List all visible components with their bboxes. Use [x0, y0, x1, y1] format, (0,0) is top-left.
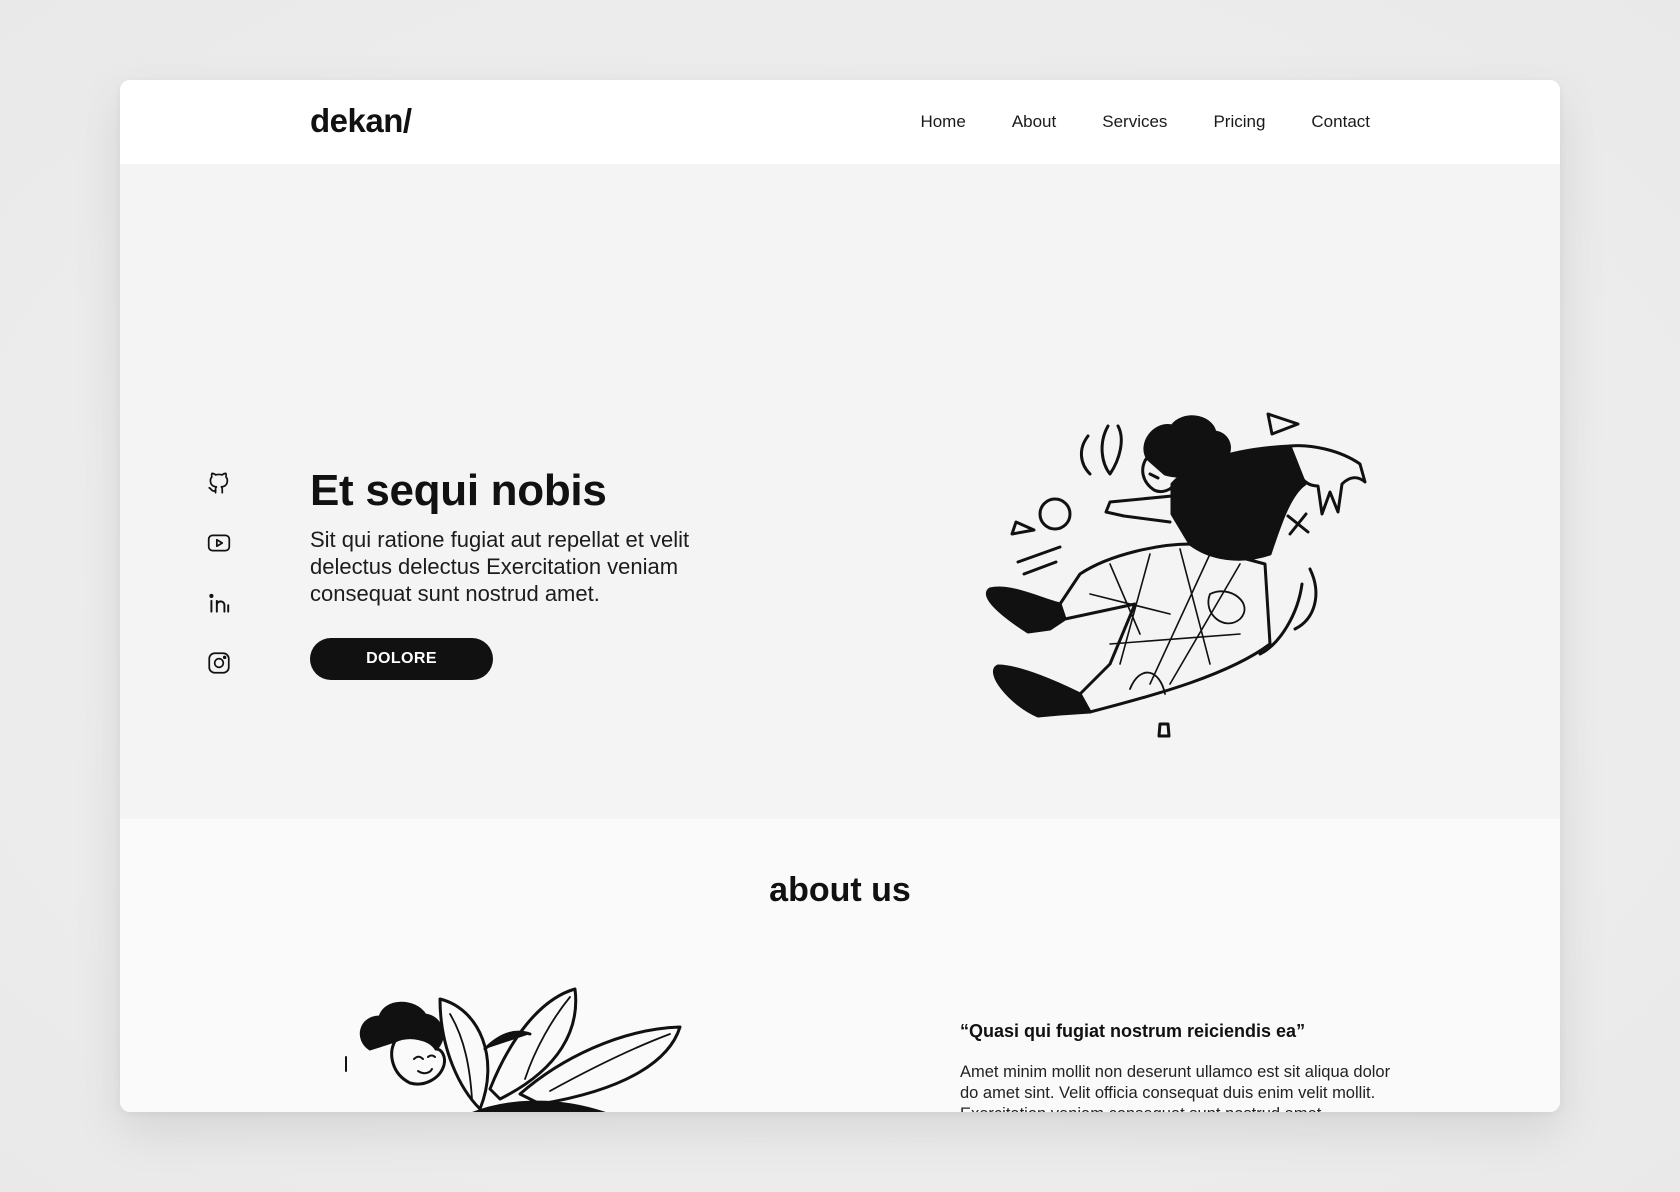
hero-section: Et sequi nobis Sit qui ratione fugiat au… — [120, 164, 1560, 819]
social-links — [206, 470, 234, 710]
about-section: about us “Quasi qui fugiat nostrum reici… — [120, 819, 1560, 1112]
hero-description: Sit qui ratione fugiat aut repellat et v… — [310, 527, 690, 606]
linkedin-icon[interactable] — [206, 590, 232, 616]
nav-contact-link[interactable]: Contact — [1311, 112, 1370, 132]
instagram-icon[interactable] — [206, 650, 232, 676]
falling-person-illustration — [910, 404, 1370, 744]
dolore-button[interactable]: DOLORE — [310, 638, 493, 680]
youtube-icon[interactable] — [206, 530, 232, 556]
github-icon[interactable] — [206, 470, 232, 496]
nav-pricing-link[interactable]: Pricing — [1213, 112, 1265, 132]
about-title: about us — [769, 871, 911, 909]
person-with-plant-illustration — [329, 979, 720, 1112]
about-description: Amet minim mollit non deserunt ullamco e… — [960, 1063, 1391, 1112]
nav-services-link[interactable]: Services — [1102, 112, 1167, 132]
nav-home-link[interactable]: Home — [920, 112, 965, 132]
main-nav: Home About Services Pricing Contact — [874, 80, 1370, 164]
logo[interactable]: dekan/ — [310, 102, 412, 140]
nav-about-link[interactable]: About — [1012, 112, 1056, 132]
about-quote: “Quasi qui fugiat nostrum reiciendis ea” — [960, 1021, 1306, 1041]
hero-title: Et sequi nobis — [310, 466, 607, 515]
site-header: dekan/ Home About Services Pricing Conta… — [120, 80, 1560, 164]
page-frame: dekan/ Home About Services Pricing Conta… — [120, 80, 1560, 1112]
